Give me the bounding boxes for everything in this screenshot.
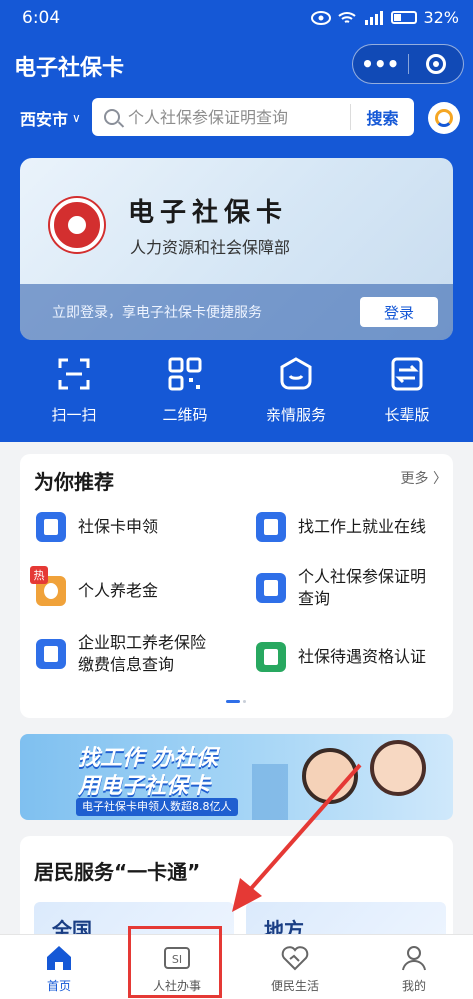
signal-icon — [365, 10, 384, 25]
wifi-icon — [338, 11, 357, 23]
login-hint: 立即登录，享电子社保卡便捷服务 — [52, 305, 262, 321]
verify-icon — [256, 642, 286, 672]
chevron-down-icon: ∨ — [72, 111, 81, 125]
status-time: 6:04 — [22, 8, 61, 28]
service-item-job-search[interactable]: 找工作上就业在线 — [256, 512, 426, 542]
mini-program-capsule: ••• — [352, 44, 464, 84]
search-button[interactable]: 搜索 — [350, 104, 414, 130]
quick-item-scan[interactable]: 扫一扫 — [24, 352, 124, 432]
login-button[interactable]: 登录 — [360, 297, 438, 327]
carousel-indicator — [226, 700, 246, 703]
quick-item-qrcode[interactable]: 二维码 — [135, 352, 235, 432]
pension-search-icon — [36, 639, 66, 669]
city-selector[interactable]: 西安市 ∨ — [20, 106, 81, 130]
social-security-seal-icon — [50, 198, 104, 252]
battery-level: 32% — [423, 8, 459, 27]
promo-line2: 用电子社保卡 — [78, 774, 211, 799]
tab-life[interactable]: 便民生活 — [236, 935, 354, 999]
service-item-card-apply[interactable]: 社保卡申领 — [36, 512, 158, 542]
qr-code-icon — [168, 357, 202, 391]
customer-service-icon[interactable] — [428, 102, 460, 134]
tab-mine[interactable]: 我的 — [355, 935, 473, 999]
recommend-section: 为你推荐 更多 〉 社保卡申领 找工作上就业在线 热 个人养老金 个人社保参保证… — [20, 454, 453, 718]
family-service-icon — [280, 357, 312, 390]
hot-badge: 热 — [30, 566, 48, 584]
user-icon — [402, 946, 426, 971]
service-item-personal-pension[interactable]: 热 个人养老金 — [30, 566, 158, 606]
city-name: 西安市 — [20, 110, 69, 129]
cartoon-girl-illustration — [370, 740, 426, 796]
document-icon — [256, 512, 286, 542]
more-options-icon[interactable]: ••• — [353, 45, 408, 83]
heart-handshake-icon — [281, 946, 309, 971]
social-security-card-banner[interactable]: 电子社保卡 人力资源和社会保障部 立即登录，享电子社保卡便捷服务 登录 — [20, 158, 453, 340]
quick-item-family-service[interactable]: 亲情服务 — [246, 352, 346, 432]
card-title: 电子社保卡 — [128, 198, 289, 228]
annotation-highlight-box — [128, 926, 222, 998]
card-subtitle: 人力资源和社会保障部 — [130, 238, 291, 257]
search-bar[interactable]: 搜索 — [92, 98, 414, 136]
search-input[interactable] — [128, 107, 348, 127]
section-title: 为你推荐 — [34, 470, 114, 494]
tab-home[interactable]: 首页 — [0, 935, 118, 999]
cartoon-boy-illustration — [302, 748, 358, 804]
more-link[interactable]: 更多 〉 — [401, 468, 447, 488]
home-icon — [47, 946, 71, 970]
elder-mode-icon — [391, 357, 423, 391]
eye-icon — [311, 10, 332, 25]
close-mini-program-button[interactable] — [409, 45, 464, 83]
id-card-icon — [36, 512, 66, 542]
battery-icon — [391, 11, 418, 24]
quick-item-elder-mode[interactable]: 长辈版 — [357, 352, 457, 432]
bottom-tab-bar: 首页 SI 人社办事 便民生活 我的 — [0, 934, 473, 999]
service-item-pension-payment[interactable]: 企业职工养老保险 缴费信息查询 — [36, 632, 206, 676]
search-icon — [104, 109, 120, 125]
promo-line3: 电子社保卡申领人数超8.8亿人 — [76, 798, 238, 816]
promo-banner[interactable]: 找工作 办社保 用电子社保卡 电子社保卡申领人数超8.8亿人 — [20, 734, 453, 820]
scan-icon — [58, 358, 90, 390]
service-item-qualification[interactable]: 社保待遇资格认证 — [256, 642, 426, 672]
piggy-bank-icon: 热 — [30, 566, 66, 606]
page-title: 电子社保卡 — [14, 56, 125, 81]
section-title: 居民服务“一卡通” — [34, 860, 201, 884]
service-item-insurance-certificate[interactable]: 个人社保参保证明 查询 — [256, 566, 426, 610]
target-icon — [425, 54, 446, 74]
quick-tools: 扫一扫 二维码 亲情服务 长辈版 — [0, 352, 473, 432]
certificate-search-icon — [256, 573, 286, 603]
status-bar: 6:04 32% — [0, 0, 473, 36]
